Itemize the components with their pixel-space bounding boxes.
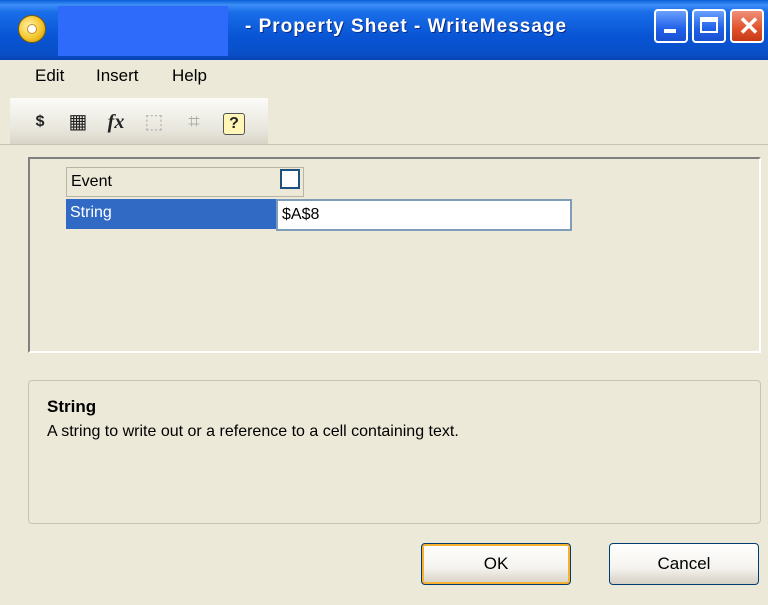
toolbar: $ ▦ fx ⬚ ⌗ ? xyxy=(10,98,268,145)
menu-insert[interactable]: Insert xyxy=(96,66,139,86)
minimize-button[interactable] xyxy=(654,9,688,43)
menu-help[interactable]: Help xyxy=(172,66,207,86)
maximize-icon xyxy=(700,17,718,33)
cell-reference-icon[interactable]: $ xyxy=(26,108,54,136)
description-text: A string to write out or a reference to … xyxy=(47,423,459,440)
minimize-icon xyxy=(664,29,676,33)
ok-button[interactable]: OK xyxy=(421,543,571,585)
property-row-event[interactable]: Event xyxy=(66,167,304,197)
description-title: String xyxy=(47,397,97,416)
maximize-button[interactable] xyxy=(692,9,726,43)
function-icon[interactable]: fx xyxy=(102,108,130,136)
select-cell-icon[interactable]: ⬚ xyxy=(140,108,168,136)
app-icon[interactable] xyxy=(18,15,46,43)
help-icon-glyph: ? xyxy=(223,113,245,135)
title-bar[interactable]: - Property Sheet - WriteMessage ✕ xyxy=(0,0,768,60)
title-redacted-block xyxy=(58,6,228,56)
close-icon: ✕ xyxy=(738,11,760,41)
event-checkbox[interactable] xyxy=(280,169,300,189)
close-button[interactable]: ✕ xyxy=(730,9,764,43)
toolbar-divider xyxy=(0,144,768,145)
cancel-button[interactable]: Cancel xyxy=(609,543,759,585)
string-value-input[interactable] xyxy=(276,199,572,231)
property-row-string[interactable]: String xyxy=(66,199,304,229)
property-label-string: String xyxy=(70,204,112,221)
description-panel: String A string to write out or a refere… xyxy=(28,380,761,524)
select-range-icon[interactable]: ⌗ xyxy=(180,108,208,136)
window-title: - Property Sheet - WriteMessage xyxy=(245,16,568,37)
menu-edit[interactable]: Edit xyxy=(35,66,64,86)
help-icon[interactable]: ? xyxy=(220,108,248,136)
range-grid-icon[interactable]: ▦ xyxy=(64,108,92,136)
menu-bar: Edit Insert Help xyxy=(0,60,768,90)
property-label-event: Event xyxy=(71,173,112,190)
property-grid: Event String xyxy=(28,157,761,353)
